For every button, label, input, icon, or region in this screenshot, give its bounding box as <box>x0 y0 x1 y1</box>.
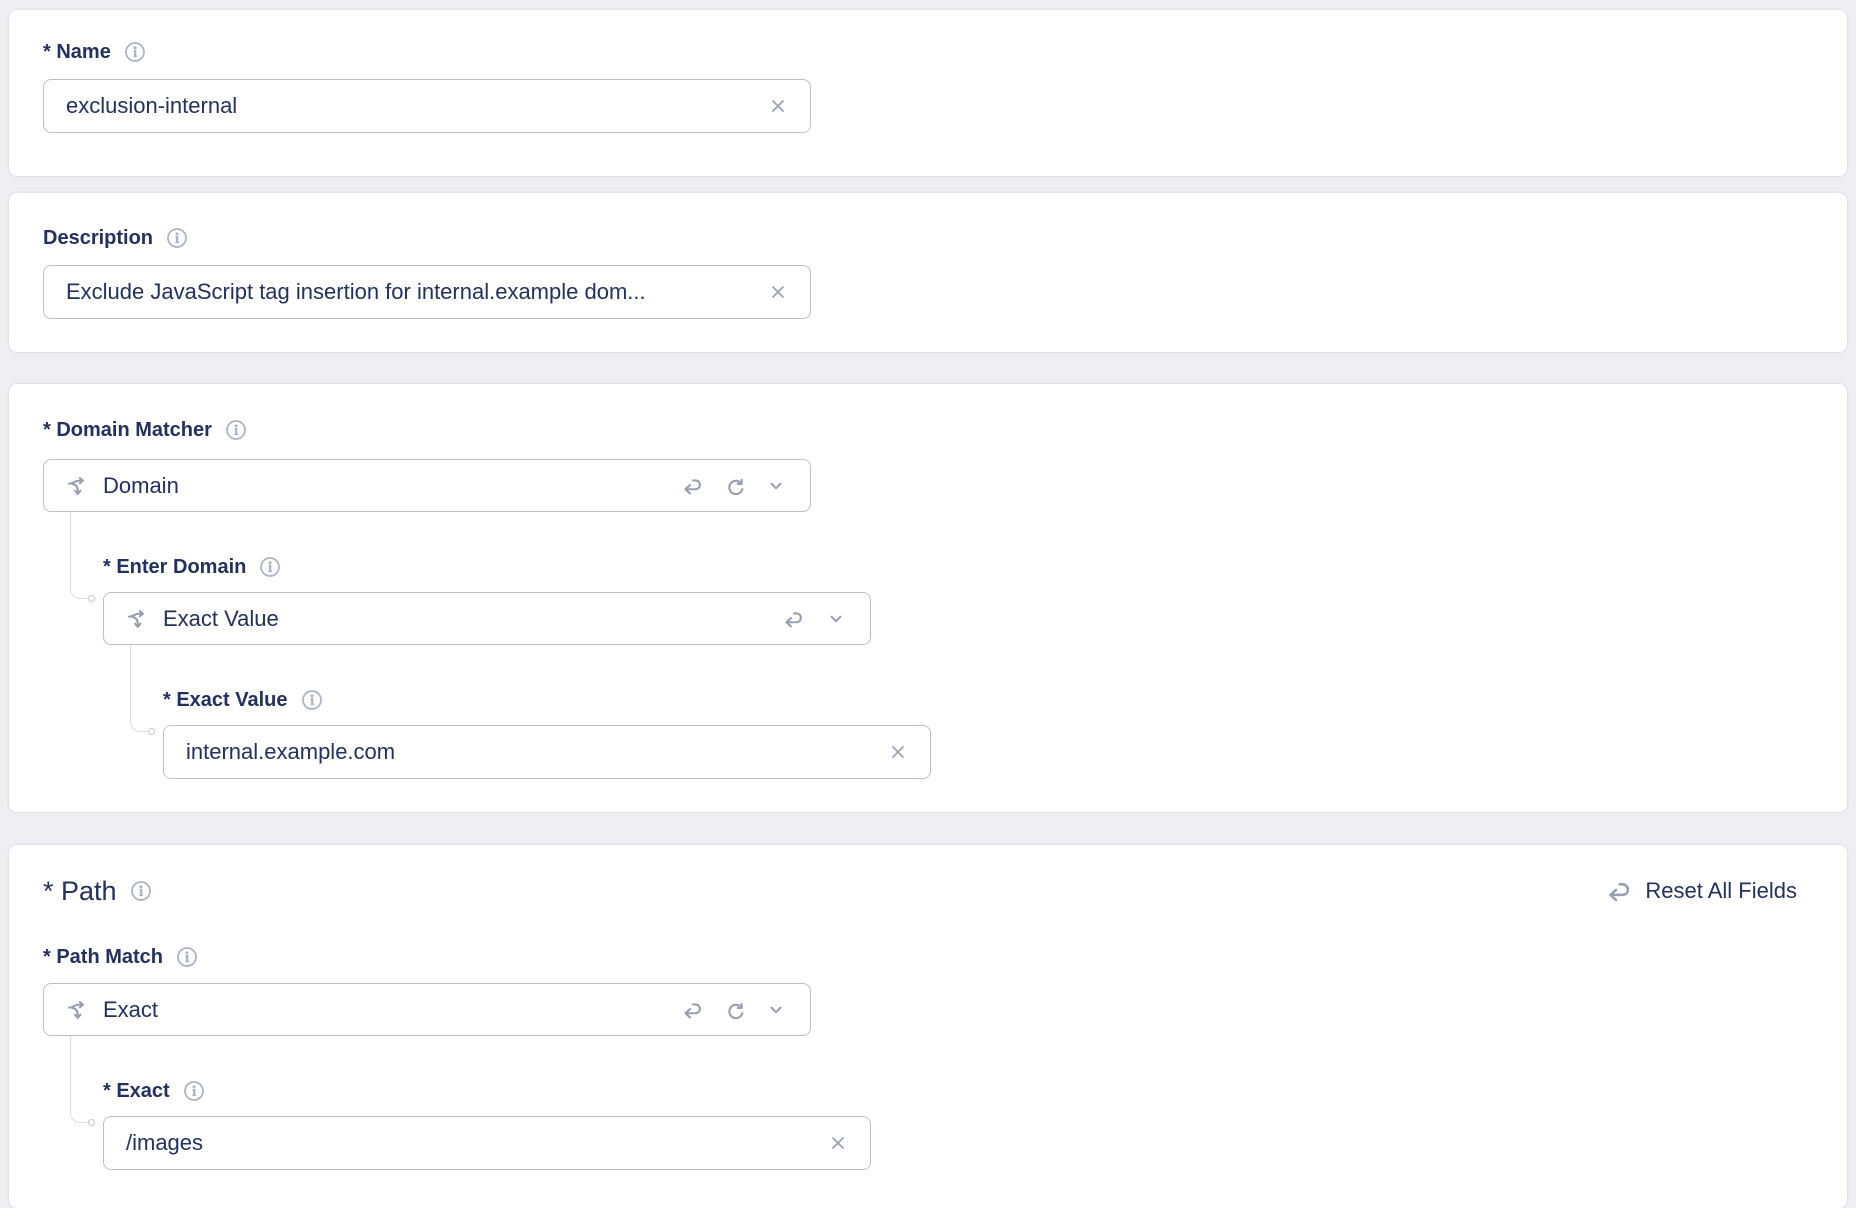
branch-icon <box>66 1000 86 1020</box>
path-card: * Path Reset All Fields * Path Match Exa… <box>9 845 1847 1208</box>
undo-icon[interactable] <box>782 609 805 629</box>
info-icon[interactable] <box>259 556 281 578</box>
info-icon[interactable] <box>176 946 198 968</box>
info-icon[interactable] <box>166 227 188 249</box>
name-input-value: exclusion-internal <box>66 93 251 119</box>
undo-icon[interactable] <box>681 476 704 496</box>
domain-matcher-label: * Domain Matcher <box>43 420 212 440</box>
description-card: Description Exclude JavaScript tag inser… <box>9 193 1847 352</box>
tree-connector-line <box>130 645 148 732</box>
exact-input[interactable]: /images <box>103 1116 871 1170</box>
undo-icon <box>1605 879 1633 903</box>
clear-icon[interactable] <box>768 282 788 302</box>
name-label-row: * Name <box>43 40 1797 64</box>
info-icon[interactable] <box>130 880 152 902</box>
domain-matcher-card: * Domain Matcher Domain * Enter Domain E… <box>9 384 1847 812</box>
exact-input-value: /images <box>126 1130 217 1156</box>
enter-domain-select[interactable]: Exact Value <box>103 592 871 645</box>
name-input[interactable]: exclusion-internal <box>43 79 811 133</box>
tree-connector-line <box>70 512 88 599</box>
enter-domain-label: * Enter Domain <box>103 557 246 577</box>
name-label: * Name <box>43 42 111 62</box>
enter-domain-select-value: Exact Value <box>163 606 765 632</box>
description-input[interactable]: Exclude JavaScript tag insertion for int… <box>43 265 811 319</box>
description-input-value: Exclude JavaScript tag insertion for int… <box>66 279 660 305</box>
exact-value-label: * Exact Value <box>163 690 288 710</box>
description-label-row: Description <box>43 226 1797 250</box>
path-title-row: * Path <box>43 876 152 907</box>
path-title: * Path <box>43 876 117 907</box>
clear-icon[interactable] <box>768 96 788 116</box>
undo-icon[interactable] <box>681 1000 704 1020</box>
tree-connector-dot <box>88 1119 95 1126</box>
tree-connector-line <box>70 1036 88 1123</box>
reset-all-fields-button[interactable]: Reset All Fields <box>1605 878 1797 904</box>
refresh-icon[interactable] <box>725 1000 745 1020</box>
branch-icon <box>66 476 86 496</box>
exact-value-input-value: internal.example.com <box>186 739 409 765</box>
info-icon[interactable] <box>183 1080 205 1102</box>
exact-value-input[interactable]: internal.example.com <box>163 725 931 779</box>
info-icon[interactable] <box>301 689 323 711</box>
clear-icon[interactable] <box>888 742 908 762</box>
path-match-children: * Exact /images <box>43 1036 1797 1170</box>
domain-matcher-children: * Enter Domain Exact Value * Exact Value <box>43 512 1797 779</box>
exact-label-row: * Exact <box>103 1036 1797 1102</box>
chevron-down-icon[interactable] <box>766 1000 786 1020</box>
domain-matcher-label-row: * Domain Matcher <box>43 418 1797 442</box>
tree-connector-dot <box>88 595 95 602</box>
info-icon[interactable] <box>225 419 247 441</box>
refresh-icon[interactable] <box>725 476 745 496</box>
branch-icon <box>126 609 146 629</box>
path-match-label-row: * Path Match <box>43 945 1797 969</box>
chevron-down-icon[interactable] <box>826 609 846 629</box>
enter-domain-label-row: * Enter Domain <box>103 512 1797 578</box>
domain-matcher-select-value: Domain <box>103 473 664 499</box>
chevron-down-icon[interactable] <box>766 476 786 496</box>
path-match-select[interactable]: Exact <box>43 983 811 1036</box>
enter-domain-children: * Exact Value internal.example.com <box>103 645 1797 779</box>
path-match-label: * Path Match <box>43 947 163 967</box>
path-header: * Path Reset All Fields <box>43 875 1797 907</box>
info-icon[interactable] <box>124 41 146 63</box>
description-label: Description <box>43 228 153 248</box>
reset-all-fields-label: Reset All Fields <box>1645 878 1797 904</box>
clear-icon[interactable] <box>828 1133 848 1153</box>
exact-label: * Exact <box>103 1081 170 1101</box>
name-card: * Name exclusion-internal <box>9 10 1847 176</box>
exact-value-label-row: * Exact Value <box>163 645 1797 711</box>
tree-connector-dot <box>148 728 155 735</box>
domain-matcher-select[interactable]: Domain <box>43 459 811 512</box>
path-match-select-value: Exact <box>103 997 664 1023</box>
